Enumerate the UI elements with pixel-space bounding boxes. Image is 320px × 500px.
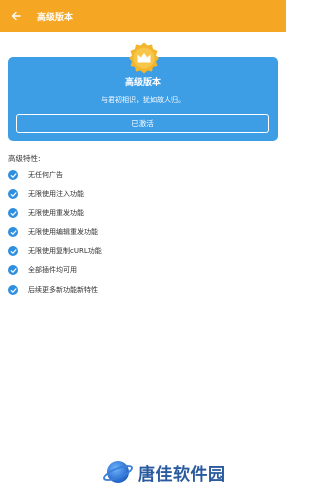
feature-label: 后续更多新功能新特性 xyxy=(28,286,98,294)
feature-item: 无限使用编辑重发功能 xyxy=(8,226,98,238)
watermark-text: 唐佳软件园 xyxy=(138,464,226,485)
feature-label: 无限使用编辑重发功能 xyxy=(28,228,98,236)
check-icon xyxy=(8,208,18,218)
page-title: 高级版本 xyxy=(37,12,74,23)
feature-item: 无限使用注入功能 xyxy=(8,188,84,200)
feature-label: 无限使用重发功能 xyxy=(28,209,84,217)
back-button[interactable] xyxy=(0,0,32,32)
check-icon xyxy=(8,189,18,199)
feature-item: 无限使用复制cURL功能 xyxy=(8,245,102,257)
check-icon xyxy=(8,227,18,237)
feature-item: 全部插件均可用 xyxy=(8,264,77,276)
feature-label: 无限使用注入功能 xyxy=(28,190,84,198)
card-title: 高级版本 xyxy=(124,78,161,88)
planet-logo-icon xyxy=(103,461,133,483)
crown-icon xyxy=(129,42,159,74)
check-icon xyxy=(8,285,18,295)
features-heading: 高级特性: xyxy=(8,154,41,163)
feature-item: 后续更多新功能新特性 xyxy=(8,284,98,296)
feature-label: 全部插件均可用 xyxy=(28,266,77,274)
watermark: 唐佳软件园 xyxy=(102,456,226,488)
feature-label: 无任何广告 xyxy=(28,171,63,179)
check-icon xyxy=(8,170,18,180)
check-icon xyxy=(8,265,18,275)
card-subtitle: 与君初相识，犹如故人归。 xyxy=(101,96,185,104)
activated-button[interactable]: 已激活 xyxy=(16,114,269,133)
feature-label: 无限使用复制cURL功能 xyxy=(28,247,102,255)
feature-item: 无限使用重发功能 xyxy=(8,207,84,219)
feature-item: 无任何广告 xyxy=(8,169,63,181)
arrow-left-icon xyxy=(11,11,21,21)
app-bar: 高级版本 xyxy=(0,0,286,32)
check-icon xyxy=(8,246,18,256)
